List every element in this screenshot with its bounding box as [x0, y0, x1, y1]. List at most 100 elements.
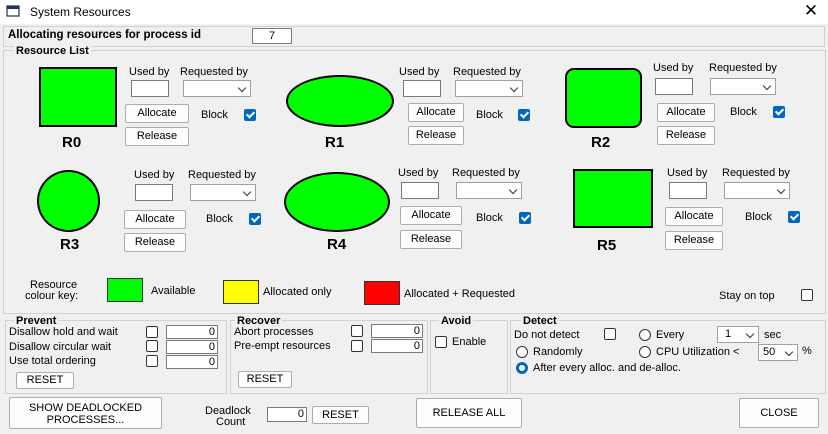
used-by-label: Used by	[399, 66, 440, 78]
window-icon	[6, 5, 20, 17]
available-label: Available	[151, 285, 196, 297]
disallow-hold-wait-count[interactable]: 0	[166, 325, 218, 339]
r4-block-checkbox[interactable]	[519, 212, 531, 224]
r4-allocate-button[interactable]: Allocate	[400, 206, 462, 225]
r4-requested-by-select[interactable]	[456, 182, 522, 199]
r2-block-label: Block	[730, 106, 757, 118]
r0-block-checkbox[interactable]	[244, 109, 256, 121]
r4-used-by-field[interactable]	[401, 182, 439, 199]
r5-allocate-button[interactable]: Allocate	[665, 207, 723, 226]
r0-block-label: Block	[201, 109, 228, 121]
pre-empt-resources-checkbox[interactable]	[351, 340, 363, 352]
process-id-label: Allocating resources for process id	[8, 29, 202, 41]
close-window-button[interactable]: ✕	[796, 0, 826, 24]
resource-r4-label: R4	[327, 236, 347, 253]
r3-block-label: Block	[206, 213, 233, 225]
r5-used-by-field[interactable]	[669, 182, 707, 199]
r0-release-button[interactable]: Release	[125, 127, 189, 146]
requested-by-label: Requested by	[180, 66, 248, 78]
use-total-ordering-count[interactable]: 0	[166, 355, 218, 369]
avoid-panel: Avoid	[430, 315, 508, 394]
r5-block-checkbox[interactable]	[788, 211, 800, 223]
resource-r2-shape[interactable]	[565, 68, 642, 128]
r1-requested-by-select[interactable]	[455, 80, 523, 97]
every-interval-value: 1	[725, 328, 732, 340]
title-bar: System Resources ✕	[0, 0, 828, 24]
every-interval-select[interactable]: 1	[717, 326, 759, 343]
r3-block-checkbox[interactable]	[249, 213, 261, 225]
r4-release-button[interactable]: Release	[400, 230, 462, 249]
r1-release-button[interactable]: Release	[408, 126, 464, 145]
after-alloc-label: After every alloc. and de-alloc.	[533, 362, 681, 374]
r3-requested-by-select[interactable]	[190, 184, 256, 201]
r2-allocate-button[interactable]: Allocate	[657, 103, 715, 122]
close-button[interactable]: CLOSE	[739, 398, 819, 428]
resource-r0-shape[interactable]	[39, 67, 117, 127]
avoid-title: Avoid	[439, 315, 474, 327]
requested-by-label: Requested by	[722, 167, 790, 179]
deadlock-count-value: 0	[267, 407, 307, 422]
chevron-down-icon	[776, 185, 786, 195]
disallow-circular-wait-count[interactable]: 0	[166, 340, 218, 354]
do-not-detect-checkbox[interactable]	[604, 328, 616, 340]
r2-block-checkbox[interactable]	[773, 106, 785, 118]
randomly-radio[interactable]	[516, 346, 528, 358]
chevron-down-icon	[509, 83, 519, 93]
cpu-utilization-select[interactable]: 50	[758, 344, 798, 361]
release-all-button[interactable]: RELEASE ALL	[416, 398, 522, 428]
requested-by-label: Requested by	[188, 169, 256, 181]
r3-used-by-field[interactable]	[135, 184, 173, 201]
r5-requested-by-select[interactable]	[724, 182, 790, 199]
r2-release-button[interactable]: Release	[657, 126, 715, 145]
stay-on-top-checkbox[interactable]	[801, 289, 813, 301]
r1-used-by-field[interactable]	[403, 80, 441, 97]
deadlock-reset-button[interactable]: RESET	[312, 406, 369, 424]
avoid-enable-checkbox[interactable]	[435, 336, 447, 348]
used-by-label: Used by	[134, 169, 175, 181]
show-deadlocked-processes-button[interactable]: SHOW DEADLOCKED PROCESSES...	[9, 397, 162, 429]
resource-r3-shape[interactable]	[37, 170, 100, 232]
resource-r0-label: R0	[62, 134, 82, 151]
r3-allocate-button[interactable]: Allocate	[124, 210, 186, 229]
system-resources-window: System Resources ✕ Allocating resources …	[0, 0, 828, 434]
r3-release-button[interactable]: Release	[124, 233, 186, 252]
allocated-only-swatch	[223, 280, 259, 304]
available-swatch	[107, 278, 143, 302]
abort-processes-count[interactable]: 0	[371, 324, 423, 338]
process-id-input[interactable]: 7	[252, 28, 292, 44]
cpu-utilization-radio[interactable]	[639, 346, 651, 358]
r0-used-by-field[interactable]	[131, 80, 169, 97]
chevron-down-icon	[242, 187, 252, 197]
resource-r5-shape[interactable]	[573, 169, 653, 228]
chevron-down-icon	[745, 329, 755, 339]
resource-r2-label: R2	[591, 134, 611, 151]
abort-processes-checkbox[interactable]	[351, 325, 363, 337]
stay-on-top-label: Stay on top	[719, 290, 775, 302]
abort-processes-label: Abort processes	[234, 326, 314, 338]
resource-r5-label: R5	[597, 237, 617, 254]
recover-reset-button[interactable]: RESET	[238, 371, 292, 388]
resource-r4-shape[interactable]	[284, 172, 390, 232]
chevron-down-icon	[762, 81, 772, 91]
deadlock-count-label-line2: Count	[216, 416, 246, 428]
disallow-circular-wait-checkbox[interactable]	[146, 340, 158, 352]
every-radio[interactable]	[639, 329, 651, 341]
r5-release-button[interactable]: Release	[665, 231, 723, 250]
cpu-utilization-label: CPU Utilization <	[656, 346, 740, 358]
colour-key-label-line2: colour key:	[25, 290, 79, 302]
r2-requested-by-select[interactable]	[710, 78, 776, 95]
r2-used-by-field[interactable]	[655, 78, 693, 95]
pre-empt-resources-count[interactable]: 0	[371, 339, 423, 353]
disallow-hold-wait-checkbox[interactable]	[146, 326, 158, 338]
r1-block-checkbox[interactable]	[518, 109, 530, 121]
use-total-ordering-checkbox[interactable]	[146, 355, 158, 367]
resource-r1-label: R1	[325, 134, 345, 151]
requested-by-label: Requested by	[709, 62, 777, 74]
r0-allocate-button[interactable]: Allocate	[125, 104, 189, 123]
r1-allocate-button[interactable]: Allocate	[408, 103, 464, 122]
resource-r1-shape[interactable]	[286, 75, 394, 127]
prevent-reset-button[interactable]: RESET	[16, 372, 74, 389]
after-alloc-radio[interactable]	[516, 362, 528, 374]
show-deadlocked-line1: SHOW DEADLOCKED	[28, 402, 143, 414]
r0-requested-by-select[interactable]	[183, 80, 251, 97]
